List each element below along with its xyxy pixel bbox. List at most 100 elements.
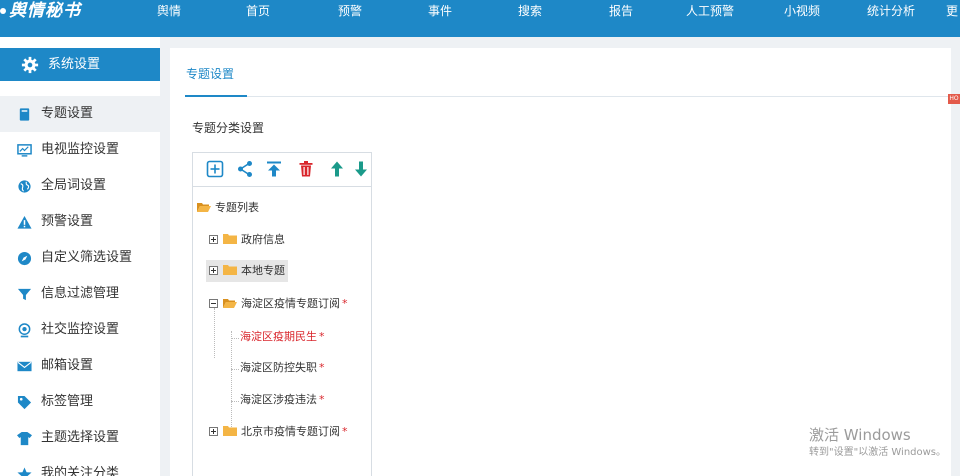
sidebar-item-label: 全局词设置	[41, 178, 107, 193]
sidebar-item-my-follow[interactable]: 我的关注分类	[0, 456, 160, 476]
tree-leaf-haidian-violation[interactable]: 海淀区涉疫违法 *	[240, 391, 325, 409]
shirt-icon	[17, 431, 32, 446]
share-icon[interactable]	[236, 160, 254, 178]
book-icon	[19, 108, 30, 121]
required-star: *	[342, 297, 348, 310]
tree-node-label: 本地专题	[241, 264, 285, 277]
tab-divider	[185, 96, 950, 97]
tree-connector	[231, 401, 239, 402]
filter-icon	[17, 288, 32, 301]
move-top-icon[interactable]	[265, 160, 283, 178]
folder-open-icon	[197, 203, 211, 212]
watermark-subtitle: 转到"设置"以激活 Windows。	[809, 447, 947, 458]
tree-leaf-label: 海淀区疫期民生	[240, 330, 317, 343]
sidebar-item-tv-monitor[interactable]: 电视监控设置	[0, 132, 160, 168]
tag-icon	[17, 395, 32, 410]
topic-tree-panel: 专题列表 政府信息 本地专题 海淀区疫情专题订阅 * 海淀区疫期民生 * 海淀区防控…	[192, 152, 372, 476]
sidebar-item-label: 标签管理	[41, 394, 94, 409]
top-navigation-bar: 舆情秘书 舆情 首页 预警 事件 搜索 报告 人工预警 小视频 统计分析 更	[0, 0, 960, 37]
logo-text: 舆情秘书	[9, 1, 81, 21]
tree-node-label: 政府信息	[241, 233, 285, 246]
sidebar-item-info-filter[interactable]: 信息过滤管理	[0, 276, 160, 312]
move-up-icon[interactable]	[328, 160, 346, 178]
monitor-icon	[17, 144, 32, 157]
tree-connector	[231, 369, 239, 370]
tree-connector	[214, 308, 215, 358]
nav-item-event[interactable]: 事件	[428, 3, 452, 19]
gear-icon	[21, 56, 39, 74]
nav-item-yuqing[interactable]: 舆情	[157, 3, 181, 19]
sidebar: 系统设置 专题设置 电视监控设置 全局词设置 预警设置 自定义筛选设置 信息过滤…	[0, 37, 160, 476]
sidebar-item-topic-settings[interactable]: 专题设置	[0, 96, 160, 132]
compass-icon	[17, 251, 32, 266]
sidebar-title: 系统设置	[48, 57, 101, 72]
tree-node-label: 北京市疫情专题订阅	[241, 425, 340, 438]
required-star: *	[319, 361, 325, 374]
sidebar-item-label: 电视监控设置	[41, 142, 120, 157]
sidebar-item-label: 专题设置	[41, 106, 94, 121]
collapse-toggle[interactable]	[209, 299, 218, 308]
required-star: *	[319, 393, 325, 406]
corner-badge[interactable]: HO	[948, 94, 960, 104]
delete-icon[interactable]	[297, 160, 315, 178]
move-down-icon[interactable]	[352, 160, 370, 178]
expand-toggle[interactable]	[209, 235, 218, 244]
webcam-icon	[18, 323, 31, 338]
tree-leaf-haidian-negligence[interactable]: 海淀区防控失职 *	[240, 359, 325, 377]
nav-item-short-video[interactable]: 小视频	[784, 3, 820, 19]
nav-item-home[interactable]: 首页	[246, 3, 270, 19]
tree-root[interactable]: 专题列表	[197, 199, 259, 217]
sidebar-item-label: 预警设置	[41, 214, 94, 229]
watermark-title: 激活 Windows	[809, 426, 911, 444]
sidebar-item-label: 自定义筛选设置	[41, 250, 133, 265]
tree-node-beijing-subscription[interactable]: 北京市疫情专题订阅 *	[209, 423, 348, 441]
nav-item-search[interactable]: 搜索	[518, 3, 542, 19]
globe-icon	[18, 180, 31, 193]
sidebar-item-label: 我的关注分类	[41, 466, 120, 476]
windows-activation-watermark: 激活 Windows 转到"设置"以激活 Windows。	[809, 426, 946, 460]
logo-mark-icon	[0, 8, 6, 14]
expand-toggle[interactable]	[209, 266, 218, 275]
tree-node-local-topic[interactable]: 本地专题	[206, 260, 288, 282]
required-star: *	[342, 425, 348, 438]
sidebar-item-global-words[interactable]: 全局词设置	[0, 168, 160, 204]
section-title: 专题分类设置	[192, 121, 265, 135]
app-logo[interactable]: 舆情秘书	[0, 0, 81, 37]
sidebar-item-theme-settings[interactable]: 主题选择设置	[0, 420, 160, 456]
add-icon[interactable]	[206, 160, 224, 178]
sidebar-item-label: 信息过滤管理	[41, 286, 120, 301]
tree-leaf-haidian-livelihood[interactable]: 海淀区疫期民生 *	[240, 328, 325, 346]
sidebar-item-label: 主题选择设置	[41, 430, 120, 445]
folder-open-icon	[223, 299, 237, 308]
sidebar-header: 系统设置	[0, 48, 160, 81]
sidebar-item-mailbox[interactable]: 邮箱设置	[0, 348, 160, 384]
tree-node-haidian-subscription[interactable]: 海淀区疫情专题订阅 *	[209, 295, 348, 313]
sidebar-item-alert-settings[interactable]: 预警设置	[0, 204, 160, 240]
nav-item-manual-alert[interactable]: 人工预警	[686, 3, 734, 19]
tab-topic-settings[interactable]: 专题设置	[186, 65, 234, 82]
star-icon	[17, 467, 32, 476]
nav-item-alert[interactable]: 预警	[338, 3, 362, 19]
mail-icon	[17, 361, 32, 372]
tree-node-label: 海淀区疫情专题订阅	[241, 297, 340, 310]
tree-toolbar	[193, 153, 371, 187]
tree-connector	[231, 331, 232, 429]
tree-connector	[231, 338, 239, 339]
tab-active-indicator	[185, 95, 247, 97]
folder-icon	[223, 234, 237, 244]
sidebar-item-social-monitor[interactable]: 社交监控设置	[0, 312, 160, 348]
sidebar-item-label: 社交监控设置	[41, 322, 120, 337]
main-panel: 专题设置 专题分类设置 专题列表 政府信息 本地专题 海淀区疫情专题订阅 * 海…	[170, 48, 951, 476]
nav-item-report[interactable]: 报告	[609, 3, 633, 19]
nav-item-statistics[interactable]: 统计分析	[867, 3, 915, 19]
tree-leaf-label: 海淀区防控失职	[240, 361, 317, 374]
folder-icon	[223, 265, 237, 275]
sidebar-item-tag-management[interactable]: 标签管理	[0, 384, 160, 420]
required-star: *	[319, 330, 325, 343]
expand-toggle[interactable]	[209, 427, 218, 436]
nav-item-more[interactable]: 更	[946, 3, 958, 19]
sidebar-item-label: 邮箱设置	[41, 358, 94, 373]
sidebar-item-custom-filter[interactable]: 自定义筛选设置	[0, 240, 160, 276]
tree-node-gov-info[interactable]: 政府信息	[209, 231, 285, 249]
folder-icon	[223, 426, 237, 436]
